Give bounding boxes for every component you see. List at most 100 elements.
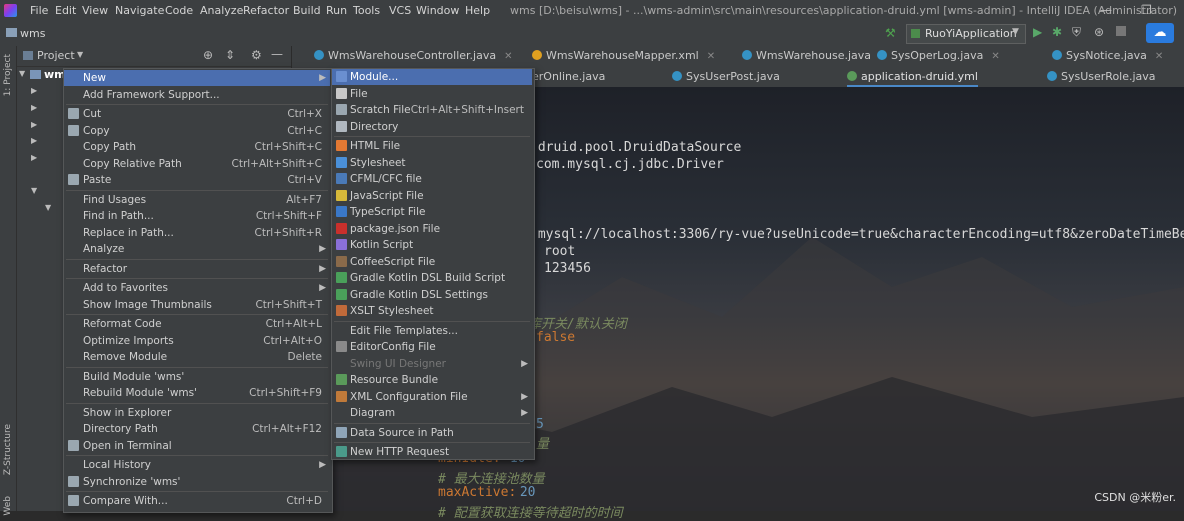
editor-tab[interactable]: SysUserPost.java (672, 70, 780, 83)
menu-refactor[interactable]: Refactor (243, 4, 289, 17)
menu-code[interactable]: Code (165, 4, 193, 17)
editor-tab[interactable]: application-druid.yml (847, 70, 978, 87)
run-config-selector[interactable]: RuoYiApplication ▼ (906, 24, 1026, 44)
menu-file[interactable]: File (30, 4, 48, 17)
web-tool-button[interactable]: Web (3, 496, 13, 516)
stop-icon[interactable] (1116, 26, 1126, 36)
menu-tools[interactable]: Tools (353, 4, 380, 17)
menu-item-directory[interactable]: Directory (332, 119, 532, 135)
menu-item-refactor[interactable]: Refactor ▶ (64, 261, 330, 277)
menu-item-resource-bundle[interactable]: Resource Bundle (332, 372, 532, 388)
menu-item-copy-path[interactable]: Copy Path Ctrl+Shift+C (64, 139, 330, 155)
menu-item-show-in-explorer[interactable]: Show in Explorer (64, 405, 330, 421)
menu-item-data-source-in-path[interactable]: Data Source in Path (332, 425, 532, 441)
minimize-icon[interactable]: — (1100, 3, 1112, 17)
close-icon[interactable]: ✕ (1155, 51, 1163, 62)
menu-vcs[interactable]: VCS (389, 4, 411, 17)
menu-item-replace-in-path[interactable]: Replace in Path... Ctrl+Shift+R (64, 225, 330, 241)
project-view-selector[interactable]: Project (37, 49, 75, 62)
tree-expand-icon[interactable]: ▼ (19, 69, 25, 78)
project-tool-button[interactable]: 1: Project (3, 54, 13, 96)
tree-expand-icon[interactable]: ▼ (31, 186, 37, 195)
menu-item-kotlin-script[interactable]: Kotlin Script (332, 237, 532, 253)
editor-tab[interactable]: WmsWarehouse.java✕ (742, 49, 887, 62)
menu-build[interactable]: Build (293, 4, 321, 17)
restore-icon[interactable]: ❐ (1141, 3, 1152, 17)
menu-item-file[interactable]: File (332, 86, 532, 102)
menu-item-cfml-cfc-file[interactable]: CFML/CFC file (332, 171, 532, 187)
collapse-all-icon[interactable]: ⇕ (225, 48, 235, 62)
tree-collapse-icon[interactable]: ▶ (31, 153, 37, 162)
menu-item-add-to-favorites[interactable]: Add to Favorites ▶ (64, 280, 330, 296)
menu-item-xslt-stylesheet[interactable]: XSLT Stylesheet (332, 303, 532, 319)
structure-tool-button[interactable]: Z-Structure (3, 424, 13, 475)
menu-item-analyze[interactable]: Analyze ▶ (64, 241, 330, 257)
menu-item-html-file[interactable]: HTML File (332, 138, 532, 154)
coverage-icon[interactable]: ⛨ (1072, 25, 1081, 40)
menu-item-new-http-request[interactable]: New HTTP Request (332, 444, 532, 460)
menu-navigate[interactable]: Navigate (115, 4, 164, 17)
profiler-icon[interactable]: ⊛ (1094, 25, 1104, 39)
close-icon[interactable]: ✕ (707, 51, 715, 62)
menu-analyze[interactable]: Analyze (200, 4, 243, 17)
menu-help[interactable]: Help (465, 4, 490, 17)
menu-item-open-in-terminal[interactable]: Open in Terminal (64, 438, 330, 454)
menu-item-build-module-wms[interactable]: Build Module 'wms' (64, 369, 330, 385)
editor-tab[interactable]: SysNotice.java ✕ (1052, 49, 1163, 62)
editor-tab[interactable]: SysUserRole.java (1047, 70, 1156, 83)
menu-item-synchronize-wms[interactable]: Synchronize 'wms' (64, 474, 330, 490)
menu-run[interactable]: Run (326, 4, 347, 17)
menu-item-module[interactable]: Module... (332, 69, 532, 85)
hide-panel-icon[interactable]: — (271, 47, 283, 61)
menu-item-gradle-kotlin-dsl-build-script[interactable]: Gradle Kotlin DSL Build Script (332, 270, 532, 286)
locate-icon[interactable]: ⊕ (203, 48, 213, 62)
menu-item-directory-path[interactable]: Directory Path Ctrl+Alt+F12 (64, 421, 330, 437)
menu-item-xml-configuration-file[interactable]: XML Configuration File ▶ (332, 389, 532, 405)
menu-item-gradle-kotlin-dsl-settings[interactable]: Gradle Kotlin DSL Settings (332, 287, 532, 303)
tree-collapse-icon[interactable]: ▶ (31, 136, 37, 145)
menu-item-find-in-path[interactable]: Find in Path... Ctrl+Shift+F (64, 208, 330, 224)
menu-item-optimize-imports[interactable]: Optimize Imports Ctrl+Alt+O (64, 333, 330, 349)
menu-window[interactable]: Window (416, 4, 459, 17)
menu-item-copy[interactable]: Copy Ctrl+C (64, 123, 330, 139)
editor-tab[interactable]: WmsWarehouseMapper.xml ✕ (532, 49, 715, 62)
menu-item-javascript-file[interactable]: JavaScript File (332, 188, 532, 204)
menu-item-remove-module[interactable]: Remove Module Delete (64, 349, 330, 365)
menu-item-editorconfig-file[interactable]: EditorConfig File (332, 339, 532, 355)
cloud-sync-icon[interactable]: ☁ (1146, 23, 1174, 43)
menu-item-rebuild-module-wms[interactable]: Rebuild Module 'wms' Ctrl+Shift+F9 (64, 385, 330, 401)
menu-item-package-json-file[interactable]: package.json File (332, 221, 532, 237)
tree-expand-icon[interactable]: ▼ (45, 203, 51, 212)
menu-item-coffeescript-file[interactable]: CoffeeScript File (332, 254, 532, 270)
menu-item-scratch-file[interactable]: Scratch File Ctrl+Alt+Shift+Insert (332, 102, 532, 118)
breadcrumb-project[interactable]: wms (20, 27, 45, 40)
gear-icon[interactable]: ⚙ (251, 48, 262, 62)
menu-item-show-image-thumbnails[interactable]: Show Image Thumbnails Ctrl+Shift+T (64, 297, 330, 313)
menu-item-diagram[interactable]: Diagram ▶ (332, 405, 532, 421)
tree-collapse-icon[interactable]: ▶ (31, 120, 37, 129)
chevron-down-icon[interactable]: ▼ (77, 50, 83, 59)
menu-item-stylesheet[interactable]: Stylesheet (332, 155, 532, 171)
run-icon[interactable]: ▶ (1033, 25, 1042, 39)
menu-item-new[interactable]: New ▶ (64, 70, 330, 86)
menu-item-edit-file-templates[interactable]: Edit File Templates... (332, 323, 532, 339)
editor-tab[interactable]: erOnline.java (532, 70, 605, 83)
menu-item-cut[interactable]: Cut Ctrl+X (64, 106, 330, 122)
debug-icon[interactable]: ✱ (1052, 25, 1062, 39)
menu-item-find-usages[interactable]: Find Usages Alt+F7 (64, 192, 330, 208)
close-icon[interactable]: ✕ (504, 51, 512, 62)
editor-tab[interactable]: SysOperLog.java ✕ (877, 49, 1000, 62)
menu-item-compare-with[interactable]: Compare With... Ctrl+D (64, 493, 330, 509)
menu-edit[interactable]: Edit (55, 4, 76, 17)
editor-tab[interactable]: WmsWarehouseController.java ✕ (314, 49, 513, 62)
tree-collapse-icon[interactable]: ▶ (31, 86, 37, 95)
menu-item-reformat-code[interactable]: Reformat Code Ctrl+Alt+L (64, 316, 330, 332)
menu-item-paste[interactable]: Paste Ctrl+V (64, 172, 330, 188)
hammer-icon[interactable]: ⚒ (885, 26, 896, 40)
menu-item-typescript-file[interactable]: TypeScript File (332, 204, 532, 220)
menu-item-local-history[interactable]: Local History ▶ (64, 457, 330, 473)
menu-item-copy-relative-path[interactable]: Copy Relative Path Ctrl+Alt+Shift+C (64, 156, 330, 172)
menu-item-add-framework-support[interactable]: Add Framework Support... (64, 87, 330, 103)
menu-view[interactable]: View (82, 4, 108, 17)
close-icon[interactable]: ✕ (991, 51, 999, 62)
